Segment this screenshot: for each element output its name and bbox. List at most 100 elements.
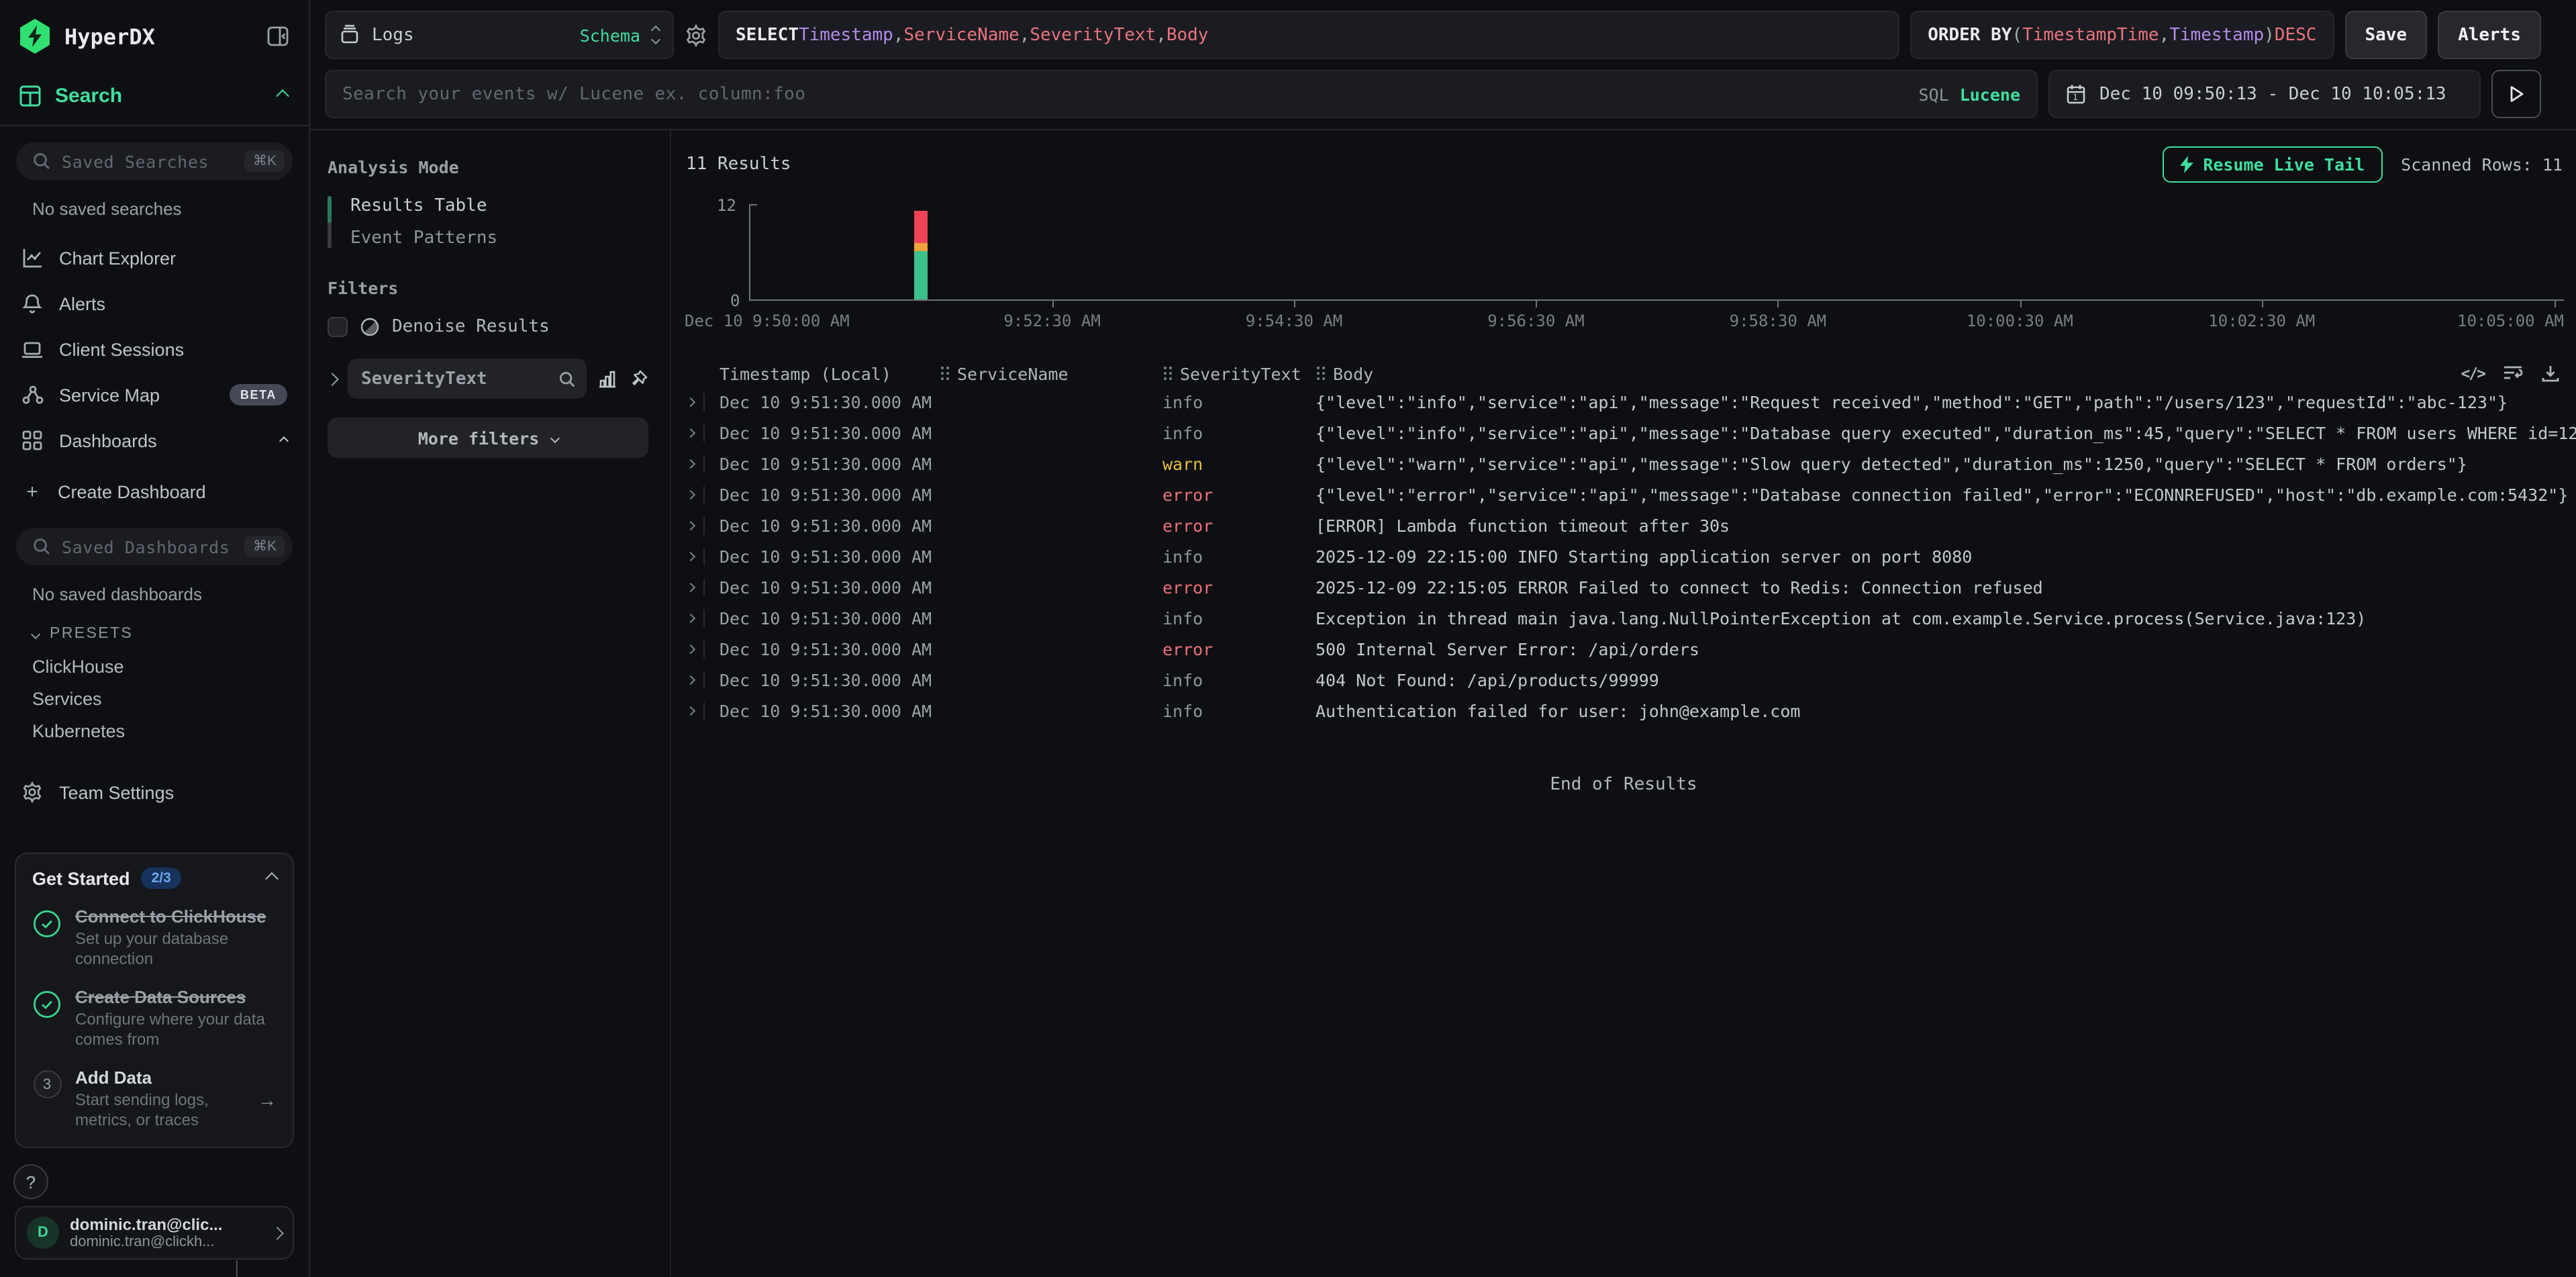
cell-timestamp: Dec 10 9:51:30.000 AM — [720, 701, 940, 721]
denoise-checkbox[interactable] — [328, 317, 348, 337]
drag-handle-icon[interactable] — [940, 365, 950, 381]
sidebar-item-alerts[interactable]: Alerts — [0, 281, 309, 326]
table-row[interactable]: Dec 10 9:51:30.000 AM info {"level":"inf… — [671, 387, 2576, 418]
x-axis-tick-label: 9:52:30 AM — [1003, 312, 1101, 330]
alerts-button[interactable]: Alerts — [2438, 11, 2541, 59]
get-started-step-sources[interactable]: Create Data Sources Configure where your… — [32, 987, 277, 1050]
mode-results-table[interactable]: Results Table — [350, 196, 497, 216]
drag-handle-icon[interactable] — [1316, 365, 1326, 381]
event-search-input[interactable]: Search your events w/ Lucene ex. column:… — [325, 70, 2038, 118]
bar-segment-error — [913, 211, 927, 243]
more-filters-button[interactable]: More filters — [328, 418, 648, 458]
stacked-bar[interactable] — [913, 211, 927, 299]
chevron-right-icon — [686, 490, 695, 500]
chevron-right-icon — [686, 706, 695, 716]
table-row[interactable]: Dec 10 9:51:30.000 AM info 404 Not Found… — [671, 665, 2576, 696]
get-started-step-connect[interactable]: Connect to ClickHouse Set up your databa… — [32, 906, 277, 969]
user-email: dominic.tran@clickh... — [70, 1234, 262, 1250]
step-title: Add Data — [75, 1068, 244, 1088]
row-expander[interactable] — [685, 641, 720, 658]
results-area: 11 Results Resume Live Tail Scanned Rows… — [671, 130, 2576, 1277]
user-menu[interactable]: D dominic.tran@clic... dominic.tran@clic… — [15, 1206, 294, 1260]
table-row[interactable]: Dec 10 9:51:30.000 AM info {"level":"inf… — [671, 418, 2576, 448]
column-header-timestamp[interactable]: Timestamp (Local) — [720, 363, 940, 383]
table-row[interactable]: Dec 10 9:51:30.000 AM info Exception in … — [671, 603, 2576, 634]
row-expander[interactable] — [685, 517, 720, 534]
saved-searches-placeholder: Saved Searches — [62, 151, 234, 171]
chevron-right-icon — [686, 583, 695, 592]
cell-timestamp: Dec 10 9:51:30.000 AM — [720, 608, 940, 628]
step-number-badge: 3 — [32, 1068, 62, 1131]
create-dashboard-button[interactable]: + Create Dashboard — [0, 469, 309, 514]
sidebar-item-team-settings[interactable]: Team Settings — [0, 769, 309, 815]
sql-mode-toggle[interactable]: SQL — [1919, 84, 1949, 104]
table-row[interactable]: Dec 10 9:51:30.000 AM info Authenticatio… — [671, 696, 2576, 726]
results-histogram[interactable]: 12 0 — [749, 204, 2564, 301]
column-header-body[interactable]: Body — [1316, 363, 2447, 383]
user-name: dominic.tran@clic... — [70, 1215, 262, 1234]
severity-filter-field[interactable]: SeverityText — [348, 359, 587, 399]
date-range-picker[interactable]: 1 Dec 10 09:50:13 - Dec 10 10:05:13 — [2048, 70, 2481, 118]
table-body: Dec 10 9:51:30.000 AM info {"level":"inf… — [671, 387, 2576, 726]
collapse-sidebar-icon[interactable] — [266, 24, 290, 48]
sidebar-item-dashboards[interactable]: Dashboards — [0, 418, 309, 463]
pin-icon[interactable] — [628, 369, 648, 389]
row-expander[interactable] — [685, 455, 720, 473]
download-icon[interactable] — [2541, 364, 2560, 383]
row-expander[interactable] — [685, 610, 720, 627]
row-expander[interactable] — [685, 486, 720, 504]
y-axis-max-label: 12 — [717, 196, 736, 215]
x-axis-tick-label: 9:54:30 AM — [1246, 312, 1343, 330]
chevron-right-icon — [686, 645, 695, 654]
table-row[interactable]: Dec 10 9:51:30.000 AM error {"level":"er… — [671, 479, 2576, 510]
save-button[interactable]: Save — [2344, 11, 2427, 59]
table-row[interactable]: Dec 10 9:51:30.000 AM error 2025-12-09 2… — [671, 572, 2576, 603]
saved-dashboards-input[interactable]: Saved Dashboards ⌘K — [16, 528, 293, 565]
lucene-mode-toggle[interactable]: Lucene — [1960, 84, 2020, 104]
search-icon — [32, 152, 51, 171]
get-started-step-add-data[interactable]: 3 Add Data Start sending logs, metrics, … — [32, 1068, 277, 1131]
table-row[interactable]: Dec 10 9:51:30.000 AM info 2025-12-09 22… — [671, 541, 2576, 572]
run-query-button[interactable] — [2491, 70, 2541, 118]
cell-severitytext: warn — [1162, 454, 1316, 474]
presets-group: PRESETS ClickHouse Services Kubernetes — [0, 612, 309, 747]
row-expander[interactable] — [685, 702, 720, 720]
drag-handle-icon[interactable] — [1162, 365, 1173, 381]
chevron-right-icon[interactable] — [326, 372, 339, 385]
sidebar-item-search[interactable]: Search — [0, 68, 309, 126]
mode-event-patterns[interactable]: Event Patterns — [350, 228, 497, 248]
column-header-servicename[interactable]: ServiceName — [940, 363, 1162, 383]
order-by-input[interactable]: ORDER BY (TimestampTime, Timestamp) DESC — [1910, 11, 2334, 59]
row-expander[interactable] — [685, 393, 720, 411]
column-label: Timestamp (Local) — [720, 363, 891, 383]
denoise-results-toggle[interactable]: Denoise Results — [328, 317, 648, 337]
table-row[interactable]: Dec 10 9:51:30.000 AM error 500 Internal… — [671, 634, 2576, 665]
wrap-lines-icon[interactable] — [2502, 364, 2524, 383]
chart-toggle-icon[interactable] — [597, 369, 617, 388]
resume-live-tail-button[interactable]: Resume Live Tail — [2163, 146, 2382, 183]
saved-searches-input[interactable]: Saved Searches ⌘K — [16, 142, 293, 180]
preset-item-kubernetes[interactable]: Kubernetes — [32, 714, 309, 747]
select-query-input[interactable]: SELECT Timestamp,ServiceName,SeverityTex… — [718, 11, 1899, 59]
live-tail-label: Resume Live Tail — [2203, 154, 2365, 175]
cell-timestamp: Dec 10 9:51:30.000 AM — [720, 639, 940, 659]
row-expander[interactable] — [685, 579, 720, 596]
preset-item-clickhouse[interactable]: ClickHouse — [32, 650, 309, 682]
source-settings-gear-icon[interactable] — [685, 23, 707, 46]
sidebar-item-chart-explorer[interactable]: Chart Explorer — [0, 235, 309, 281]
row-expander[interactable] — [685, 548, 720, 565]
sidebar-item-client-sessions[interactable]: Client Sessions — [0, 326, 309, 372]
view-source-icon[interactable]: </> — [2461, 364, 2485, 383]
table-row[interactable]: Dec 10 9:51:30.000 AM warn {"level":"war… — [671, 448, 2576, 479]
row-expander[interactable] — [685, 671, 720, 689]
row-expander[interactable] — [685, 424, 720, 442]
table-row[interactable]: Dec 10 9:51:30.000 AM error [ERROR] Lamb… — [671, 510, 2576, 541]
cell-severitytext: error — [1162, 639, 1316, 659]
get-started-header[interactable]: Get Started 2/3 — [32, 867, 277, 889]
source-select[interactable]: Logs Schema — [325, 11, 674, 59]
help-button[interactable]: ? — [13, 1164, 48, 1199]
column-header-severitytext[interactable]: SeverityText — [1162, 363, 1316, 383]
sidebar-item-service-map[interactable]: Service Map BETA — [0, 372, 309, 418]
preset-item-services[interactable]: Services — [32, 682, 309, 714]
presets-toggle[interactable]: PRESETS — [32, 618, 309, 650]
